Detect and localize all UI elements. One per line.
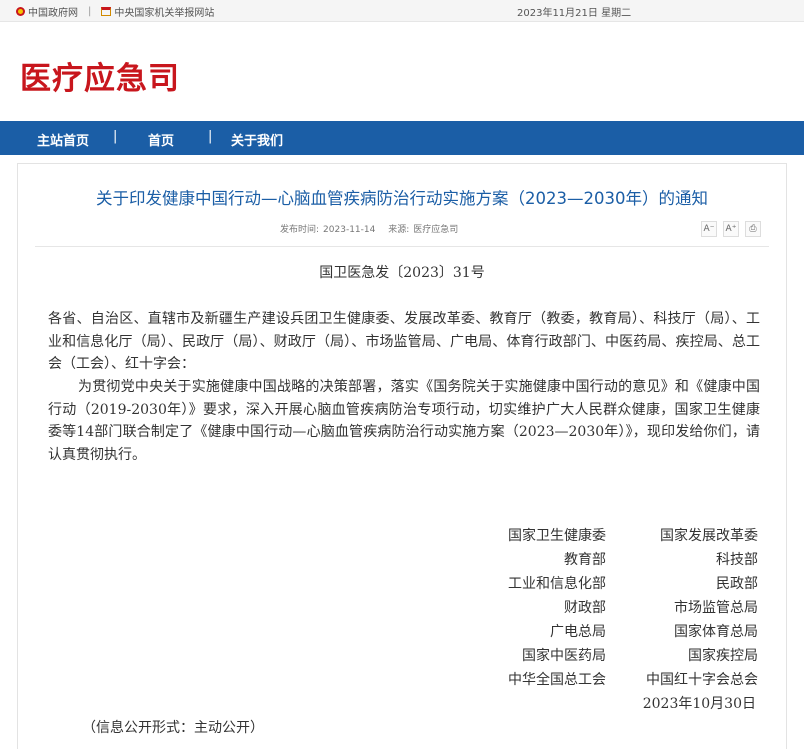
top-link-separator: |	[88, 6, 92, 17]
nav-separator: |	[208, 129, 213, 144]
top-bar: 中国政府网 | 中央国家机关举报网站 2023年11月21日 星期二	[0, 0, 804, 22]
national-emblem-icon	[16, 7, 25, 16]
addressee-paragraph: 各省、自治区、直辖市及新疆生产建设兵团卫生健康委、发展改革委、教育厅（教委，教育…	[48, 311, 760, 373]
signer-name: 工业和信息化部	[508, 576, 606, 592]
font-smaller-button[interactable]: A⁻	[701, 221, 717, 237]
title-divider	[35, 246, 769, 247]
article-meta: 发布时间: 2023-11-14 来源: 医疗应急司	[280, 222, 458, 235]
font-larger-button[interactable]: A⁺	[723, 221, 739, 237]
signer-name: 国家中医药局	[522, 648, 606, 664]
main-nav: 主站首页 | 首页 | 关于我们	[0, 121, 804, 155]
signer-row: 教育部 科技部	[468, 549, 758, 573]
print-icon[interactable]: ⎙	[745, 221, 761, 237]
signer-name: 教育部	[564, 552, 606, 568]
signer-name: 市场监管总局	[674, 600, 758, 616]
signer-name: 国家卫生健康委	[508, 528, 606, 544]
nav-separator: |	[113, 129, 118, 144]
disclosure-note: （信息公开形式：主动公开）	[82, 720, 264, 736]
signer-row: 广电总局 国家体育总局	[468, 621, 758, 645]
document-number: 国卫医急发〔2023〕31号	[319, 265, 485, 281]
signer-name: 民政部	[716, 576, 758, 592]
signer-row: 财政部 市场监管总局	[468, 597, 758, 621]
site-title[interactable]: 医疗应急司	[20, 53, 180, 98]
signer-row: 国家卫生健康委 国家发展改革委	[468, 525, 758, 549]
article-title: 关于印发健康中国行动—心脑血管疾病防治行动实施方案（2023—2030年）的通知	[96, 189, 708, 208]
site-header: 医疗应急司	[0, 23, 804, 121]
current-date: 2023年11月21日 星期二	[517, 8, 632, 19]
signer-name: 广电总局	[550, 624, 606, 640]
signer-list: 国家卫生健康委 国家发展改革委 教育部 科技部 工业和信息化部 民政部 财政部 …	[468, 525, 758, 693]
publish-date-label: 发布时间:	[280, 225, 320, 235]
signing-date: 2023年10月30日	[642, 696, 756, 712]
nav-item-main-home[interactable]: 主站首页	[37, 130, 89, 149]
article-tools: A⁻ A⁺ ⎙	[701, 221, 767, 237]
source-value: 医疗应急司	[413, 225, 459, 235]
report-site-label[interactable]: 中央国家机关举报网站	[114, 4, 214, 19]
nav-item-about[interactable]: 关于我们	[231, 130, 283, 149]
publish-date: 2023-11-14	[323, 225, 376, 235]
signer-name: 国家疾控局	[688, 648, 758, 664]
gov-portal-label[interactable]: 中国政府网	[28, 4, 78, 19]
signer-name: 国家体育总局	[674, 624, 758, 640]
signer-name: 中国红十字会总会	[646, 672, 758, 688]
gov-portal-link[interactable]: 中国政府网	[16, 4, 78, 19]
signer-name: 科技部	[716, 552, 758, 568]
signer-row: 中华全国总工会 中国红十字会总会	[468, 669, 758, 693]
building-icon	[101, 7, 112, 16]
signer-name: 国家发展改革委	[660, 528, 758, 544]
signer-name: 财政部	[564, 600, 606, 616]
body-paragraph: 为贯彻党中央关于实施健康中国战略的决策部署，落实《国务院关于实施健康中国行动的意…	[48, 379, 760, 464]
nav-item-home[interactable]: 首页	[148, 130, 174, 149]
report-site-link[interactable]: 中央国家机关举报网站	[101, 4, 214, 19]
top-links: 中国政府网 | 中央国家机关举报网站	[16, 4, 214, 19]
source-label: 来源:	[388, 225, 410, 235]
signer-row: 国家中医药局 国家疾控局	[468, 645, 758, 669]
article-panel: 关于印发健康中国行动—心脑血管疾病防治行动实施方案（2023—2030年）的通知…	[17, 163, 787, 749]
signer-row: 工业和信息化部 民政部	[468, 573, 758, 597]
signer-name: 中华全国总工会	[508, 672, 606, 688]
